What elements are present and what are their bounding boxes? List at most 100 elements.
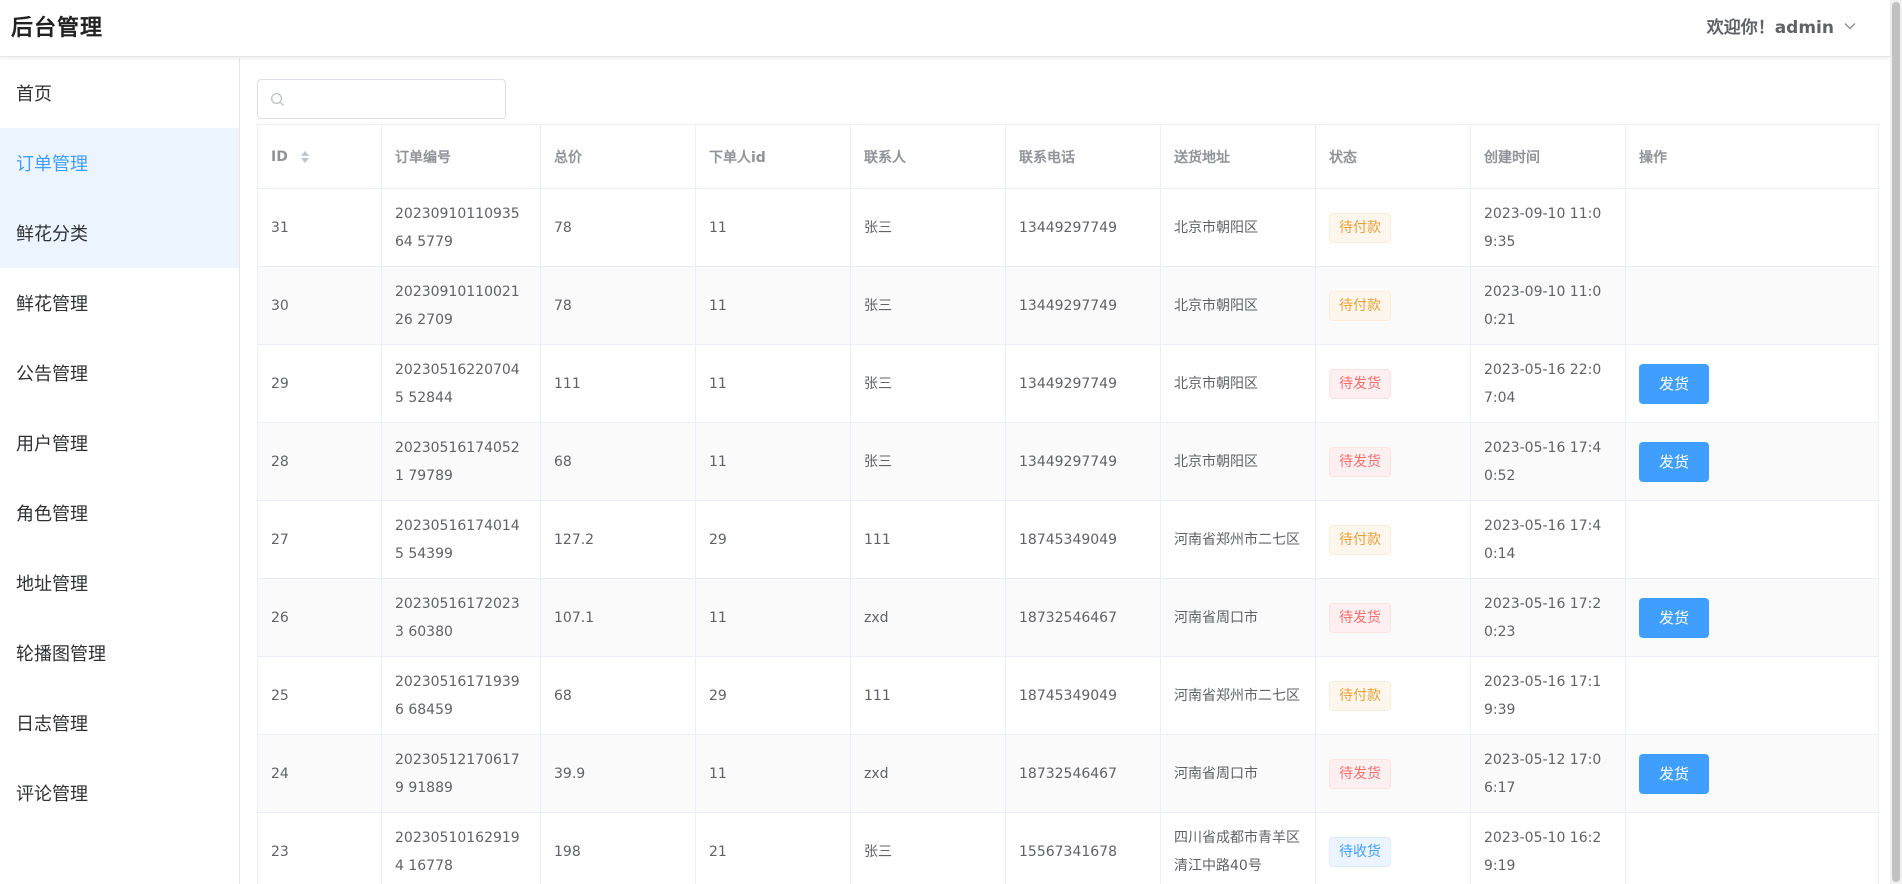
sidebar-item-label: 鲜花分类: [16, 224, 88, 245]
cell-id: 28: [257, 422, 382, 501]
sidebar-item-announcements[interactable]: 公告管理: [0, 338, 239, 408]
status-badge: 待发货: [1329, 368, 1391, 399]
cell-id: 29: [257, 344, 382, 423]
page-scrollbar[interactable]: [1890, 0, 1902, 884]
table-row: 28 202305161740521 79789 68 11 张三 13449297749…: [257, 422, 1879, 501]
status-badge: 待发货: [1329, 446, 1391, 477]
ship-button[interactable]: 发货: [1639, 441, 1709, 482]
cell-actions: [1625, 188, 1879, 267]
cell-phone: 18745349049: [1005, 656, 1161, 735]
cell-total: 68: [540, 422, 696, 501]
cell-actions: [1625, 812, 1879, 884]
cell-contact: 张三: [850, 812, 1006, 884]
cell-created: 2023-09-10 11:00:21: [1470, 266, 1626, 345]
cell-order-no: 202305121706179 91889: [381, 734, 541, 813]
cell-actions: 发货: [1625, 422, 1879, 501]
sidebar-item-label: 订单管理: [16, 154, 88, 175]
cell-user-id: 21: [695, 812, 851, 884]
top-header: 后台管理 欢迎你！admin: [0, 0, 1890, 57]
sidebar-item-users[interactable]: 用户管理: [0, 408, 239, 478]
column-header-order-no: 订单编号: [381, 124, 541, 189]
table-row: 30 2023091011002126 2709 78 11 张三 13449297749…: [257, 266, 1879, 345]
cell-status: 待付款: [1315, 500, 1471, 579]
status-badge: 待付款: [1329, 290, 1391, 321]
cell-phone: 13449297749: [1005, 344, 1161, 423]
cell-user-id: 11: [695, 266, 851, 345]
cell-order-no: 202305162207045 52844: [381, 344, 541, 423]
cell-status: 待发货: [1315, 734, 1471, 813]
cell-order-no: 202305161740145 54399: [381, 500, 541, 579]
cell-user-id: 11: [695, 578, 851, 657]
scrollbar-thumb[interactable]: [1892, 2, 1900, 882]
sidebar-item-orders[interactable]: 订单管理: [0, 128, 239, 198]
sidebar-item-carousel[interactable]: 轮播图管理: [0, 618, 239, 688]
column-header-id[interactable]: ID: [257, 124, 382, 189]
ship-button[interactable]: 发货: [1639, 363, 1709, 404]
cell-order-no: 2023091011002126 2709: [381, 266, 541, 345]
table-row: 27 202305161740145 54399 127.2 29 111 1874534…: [257, 500, 1879, 579]
cell-created: 2023-05-12 17:06:17: [1470, 734, 1626, 813]
cell-address: 河南省郑州市二七区: [1160, 500, 1316, 579]
cell-order-no: 202305161740521 79789: [381, 422, 541, 501]
cell-user-id: 29: [695, 656, 851, 735]
search-input[interactable]: [293, 84, 493, 114]
cell-address: 河南省周口市: [1160, 578, 1316, 657]
cell-total: 107.1: [540, 578, 696, 657]
column-header-contact: 联系人: [850, 124, 1006, 189]
sidebar-item-label: 首页: [16, 84, 52, 105]
column-header-address: 送货地址: [1160, 124, 1316, 189]
cell-address: 北京市朝阳区: [1160, 344, 1316, 423]
cell-created: 2023-05-16 22:07:04: [1470, 344, 1626, 423]
column-header-user-id: 下单人id: [695, 124, 851, 189]
cell-actions: [1625, 266, 1879, 345]
search-icon: [271, 92, 285, 106]
cell-id: 25: [257, 656, 382, 735]
cell-phone: 18732546467: [1005, 734, 1161, 813]
sidebar-item-comments[interactable]: 评论管理: [0, 758, 239, 828]
cell-user-id: 11: [695, 734, 851, 813]
sidebar-item-flower-category[interactable]: 鲜花分类: [0, 198, 239, 268]
ship-button[interactable]: 发货: [1639, 597, 1709, 638]
cell-total: 78: [540, 188, 696, 267]
column-header-created: 创建时间: [1470, 124, 1626, 189]
sidebar-item-label: 地址管理: [16, 574, 88, 595]
sidebar-item-roles[interactable]: 角色管理: [0, 478, 239, 548]
sidebar: 首页订单管理鲜花分类鲜花管理公告管理 用户管理角色管理地址管理轮播图管理日志管理评…: [0, 58, 240, 884]
cell-contact: 张三: [850, 188, 1006, 267]
column-header-label: ID: [271, 148, 288, 165]
cell-total: 39.9: [540, 734, 696, 813]
cell-id: 24: [257, 734, 382, 813]
cell-total: 111: [540, 344, 696, 423]
table-row: 25 202305161719396 68459 68 29 111 1874534904…: [257, 656, 1879, 735]
column-header-total: 总价: [540, 124, 696, 189]
cell-total: 198: [540, 812, 696, 884]
status-badge: 待付款: [1329, 680, 1391, 711]
cell-phone: 18745349049: [1005, 500, 1161, 579]
sidebar-item-flowers[interactable]: 鲜花管理: [0, 268, 239, 338]
cell-actions: [1625, 656, 1879, 735]
sidebar-item-label: 角色管理: [16, 504, 88, 525]
cell-created: 2023-05-16 17:40:14: [1470, 500, 1626, 579]
sidebar-item-logs[interactable]: 日志管理: [0, 688, 239, 758]
cell-phone: 18732546467: [1005, 578, 1161, 657]
sidebar-item-home[interactable]: 首页: [0, 58, 239, 128]
cell-phone: 13449297749: [1005, 188, 1161, 267]
user-menu[interactable]: 欢迎你！admin: [1707, 13, 1858, 38]
cell-phone: 13449297749: [1005, 266, 1161, 345]
sidebar-item-label: 评论管理: [16, 784, 88, 805]
cell-id: 26: [257, 578, 382, 657]
sort-caret-icon[interactable]: [299, 149, 311, 165]
search-field[interactable]: [257, 79, 506, 119]
cell-user-id: 11: [695, 422, 851, 501]
sidebar-item-label: 鲜花管理: [16, 294, 88, 315]
sidebar-item-addresses[interactable]: 地址管理: [0, 548, 239, 618]
column-header-status: 状态: [1315, 124, 1471, 189]
cell-total: 127.2: [540, 500, 696, 579]
column-header-phone: 联系电话: [1005, 124, 1161, 189]
cell-id: 23: [257, 812, 382, 884]
ship-button[interactable]: 发货: [1639, 753, 1709, 794]
table-row: 24 202305121706179 91889 39.9 11 zxd 18732546…: [257, 734, 1879, 813]
sidebar-item-label: 轮播图管理: [16, 644, 106, 665]
cell-address: 北京市朝阳区: [1160, 266, 1316, 345]
cell-order-no: 202305101629194 16778: [381, 812, 541, 884]
